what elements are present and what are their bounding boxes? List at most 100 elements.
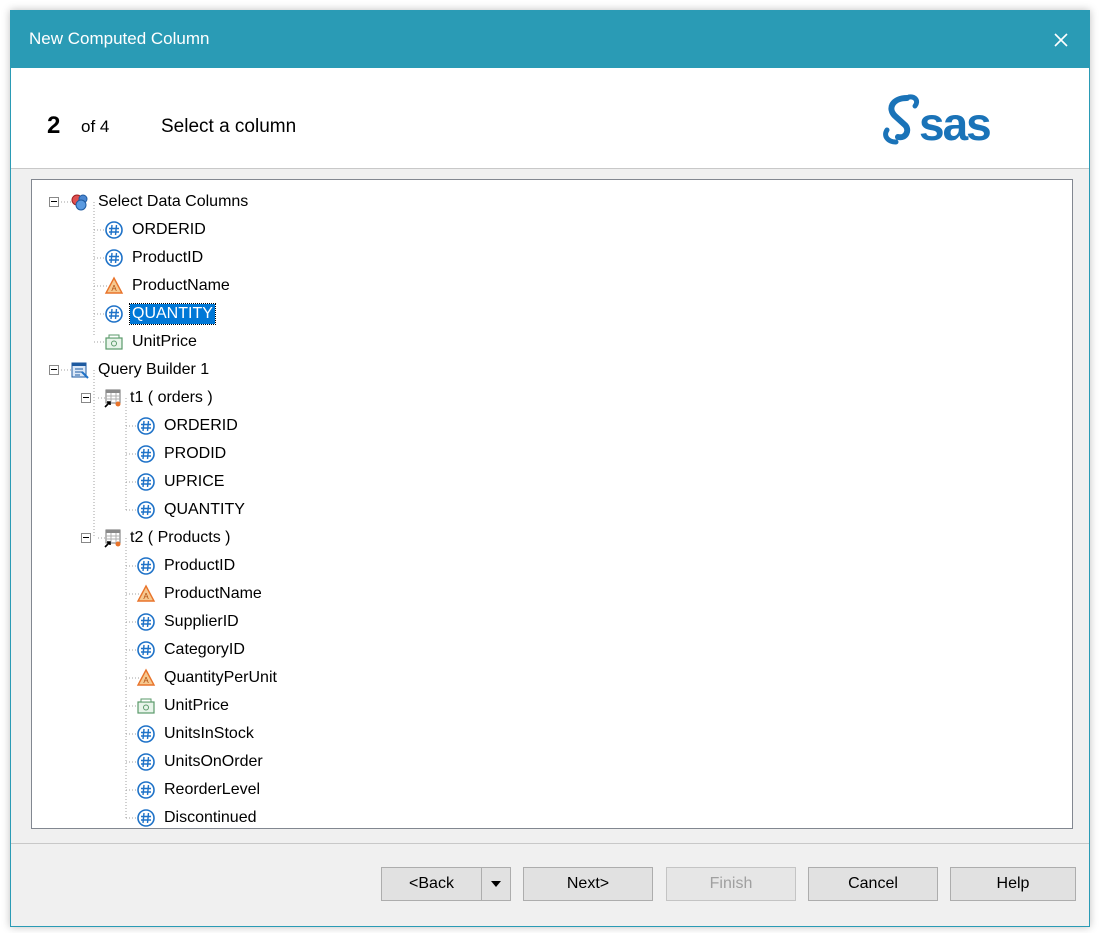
close-button[interactable] [1033, 11, 1089, 68]
character-column-icon: A [136, 584, 156, 604]
numeric-column-icon [136, 724, 156, 744]
tree-node-label: UnitsInStock [164, 725, 254, 742]
tree-node-label: QUANTITY [164, 501, 245, 518]
tree-node-label: ProductID [164, 557, 236, 574]
tree-node-label: Select Data Columns [98, 193, 249, 210]
tree-node-label: ProductName [132, 277, 230, 294]
collapse-toggle[interactable] [49, 365, 59, 375]
numeric-column-icon [136, 472, 156, 492]
step-title: Select a column [161, 116, 297, 137]
tree-node-label: QuantityPerUnit [164, 669, 277, 686]
tree-node[interactable]: UnitPrice [136, 695, 231, 717]
tree-node-label: UnitPrice [132, 333, 197, 350]
tree-node-label: UnitsOnOrder [164, 753, 263, 770]
column-tree[interactable]: Select Data Columns ORDERID ProductID A Prod… [31, 179, 1073, 829]
tree-node[interactable]: Select Data Columns [70, 191, 250, 213]
tree-node[interactable]: UnitsInStock [136, 723, 256, 745]
tree-node-label: ORDERID [164, 417, 238, 434]
window-title: New Computed Column [29, 29, 210, 48]
tree-node[interactable]: UnitPrice [104, 331, 199, 353]
tree-node-label: QUANTITY [129, 303, 216, 325]
next-button[interactable]: Next> [523, 867, 653, 901]
step-of: of 4 [81, 117, 110, 136]
numeric-column-icon [136, 808, 156, 828]
tree-node-label: Discontinued [164, 809, 257, 826]
numeric-column-icon [136, 416, 156, 436]
character-column-icon: A [136, 668, 156, 688]
numeric-column-icon [136, 780, 156, 800]
help-button-label: Help [996, 875, 1030, 892]
tree-node-label: ORDERID [132, 221, 206, 238]
tree-node[interactable]: QUANTITY [136, 499, 247, 521]
tree-node-label: ProductID [132, 249, 204, 266]
tree-node[interactable]: ORDERID [136, 415, 240, 437]
tree-node-label: UnitPrice [164, 697, 229, 714]
numeric-column-icon [136, 612, 156, 632]
finish-button-label: Finish [709, 875, 753, 892]
sas-logo: sas [883, 94, 992, 148]
svg-text:A: A [111, 284, 117, 293]
table-icon [102, 388, 122, 408]
tree-node[interactable]: PRODID [136, 443, 228, 465]
tree-node[interactable]: t2 ( Products ) [102, 527, 232, 549]
numeric-column-icon [136, 444, 156, 464]
currency-column-icon [136, 696, 156, 716]
collapse-toggle[interactable] [81, 533, 91, 543]
tree-node[interactable]: ProductID [136, 555, 237, 577]
back-button[interactable]: <Back [381, 867, 482, 901]
numeric-column-icon [104, 220, 124, 240]
svg-text:A: A [143, 676, 149, 685]
collapse-toggle[interactable] [49, 197, 59, 207]
tree-node[interactable]: ReorderLevel [136, 779, 262, 801]
step-number: 2 [47, 112, 61, 139]
dialog-window: New Computed Column 2 of 4 Select a colu… [10, 10, 1090, 927]
tree-node-label: t1 ( orders ) [130, 389, 213, 406]
tree-node[interactable]: Query Builder 1 [70, 359, 211, 381]
tree-node-label: ReorderLevel [164, 781, 261, 798]
currency-column-icon [104, 332, 124, 352]
numeric-column-icon [136, 500, 156, 520]
title-bar: New Computed Column [11, 11, 1089, 68]
tree-node[interactable]: t1 ( orders ) [102, 387, 215, 409]
tree-node[interactable]: A ProductName [136, 583, 264, 605]
tree-node-label: t2 ( Products ) [130, 529, 231, 546]
tree-node[interactable]: QUANTITY [104, 303, 216, 325]
tree-node[interactable]: ORDERID [104, 219, 208, 241]
wizard-header: 2 of 4 Select a column sas [11, 68, 1089, 169]
tree-node[interactable]: Discontinued [136, 807, 259, 828]
footer-divider [11, 843, 1089, 844]
data-columns-icon [70, 192, 90, 212]
tree-node[interactable]: UPRICE [136, 471, 226, 493]
tree-node-label: SupplierID [164, 613, 239, 630]
svg-text:sas: sas [919, 98, 990, 148]
numeric-column-icon [136, 556, 156, 576]
tree-node[interactable]: A ProductName [104, 275, 232, 297]
tree-node-label: PRODID [164, 445, 227, 462]
tree-node[interactable]: A QuantityPerUnit [136, 667, 279, 689]
tree-node-label: Query Builder 1 [98, 361, 210, 378]
tree-node-label: UPRICE [164, 473, 225, 490]
tree-node[interactable]: ProductID [104, 247, 205, 269]
help-button[interactable]: Help [950, 867, 1076, 901]
numeric-column-icon [104, 248, 124, 268]
finish-button[interactable]: Finish [666, 867, 796, 901]
tree-node[interactable]: CategoryID [136, 639, 247, 661]
cancel-button[interactable]: Cancel [808, 867, 938, 901]
query-builder-icon [70, 360, 90, 380]
table-icon [102, 528, 122, 548]
numeric-column-icon [136, 752, 156, 772]
tree-node-label: ProductName [164, 585, 262, 602]
tree-node-label: CategoryID [164, 641, 245, 658]
back-dropdown-button[interactable] [481, 867, 511, 901]
character-column-icon: A [104, 276, 124, 296]
back-button-label: <Back [409, 875, 454, 892]
cancel-button-label: Cancel [848, 875, 898, 892]
numeric-column-icon [104, 304, 124, 324]
numeric-column-icon [136, 640, 156, 660]
collapse-toggle[interactable] [81, 393, 91, 403]
svg-text:A: A [143, 592, 149, 601]
chevron-down-icon [491, 881, 501, 887]
close-icon [1054, 32, 1068, 47]
tree-node[interactable]: SupplierID [136, 611, 241, 633]
tree-node[interactable]: UnitsOnOrder [136, 751, 265, 773]
